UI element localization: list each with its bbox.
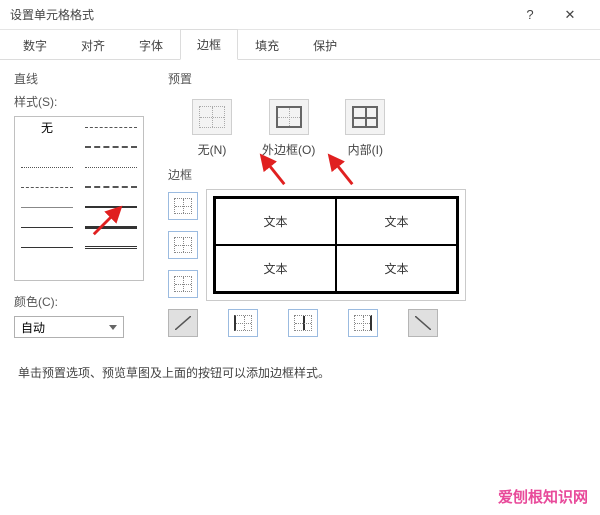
tab-border[interactable]: 边框 (180, 29, 238, 60)
watermark: 爱刨根知识网 (498, 486, 588, 507)
border-hmiddle-button[interactable] (168, 231, 198, 259)
border-section-label: 边框 (168, 166, 586, 183)
border-diag-down-button[interactable] (408, 309, 438, 337)
close-button[interactable]: ✕ (550, 7, 590, 23)
preset-section-label: 预置 (168, 70, 586, 87)
style-none-label: 无 (41, 119, 53, 136)
preview-cell: 文本 (215, 198, 336, 245)
tab-alignment[interactable]: 对齐 (64, 30, 122, 60)
preview-cell: 文本 (336, 198, 457, 245)
color-value: 自动 (21, 319, 45, 336)
border-top-button[interactable] (168, 192, 198, 220)
border-preview[interactable]: 文本 文本 文本 文本 (206, 189, 466, 301)
tab-number[interactable]: 数字 (6, 30, 64, 60)
line-section-label: 直线 (14, 70, 154, 87)
color-dropdown[interactable]: 自动 (14, 316, 124, 338)
border-left-button[interactable] (228, 309, 258, 337)
preset-none-label: 无(N) (198, 141, 227, 158)
preview-cell: 文本 (336, 245, 457, 292)
border-right-button[interactable] (348, 309, 378, 337)
tab-protection[interactable]: 保护 (296, 30, 354, 60)
border-diag-up-button[interactable] (168, 309, 198, 337)
titlebar: 设置单元格格式 ? ✕ (0, 0, 600, 30)
preset-inside-button[interactable] (345, 99, 385, 135)
preset-outline-label: 外边框(O) (262, 141, 315, 158)
chevron-down-icon (109, 325, 117, 330)
tab-bar: 数字 对齐 字体 边框 填充 保护 (0, 30, 600, 60)
tab-font[interactable]: 字体 (122, 30, 180, 60)
preview-cell: 文本 (215, 245, 336, 292)
line-style-list[interactable]: 无 (14, 116, 144, 281)
diagonal-down-icon (415, 316, 431, 330)
style-label: 样式(S): (14, 93, 154, 110)
color-label: 颜色(C): (14, 293, 154, 310)
tab-fill[interactable]: 填充 (238, 30, 296, 60)
border-vmiddle-button[interactable] (288, 309, 318, 337)
window-title: 设置单元格格式 (10, 6, 510, 23)
preset-outline-button[interactable] (269, 99, 309, 135)
help-text: 单击预置选项、预览草图及上面的按钮可以添加边框样式。 (0, 338, 600, 381)
help-button[interactable]: ? (510, 7, 550, 22)
border-bottom-button[interactable] (168, 270, 198, 298)
preset-inside-label: 内部(I) (348, 141, 383, 158)
preset-none-button[interactable] (192, 99, 232, 135)
diagonal-up-icon (175, 316, 191, 330)
